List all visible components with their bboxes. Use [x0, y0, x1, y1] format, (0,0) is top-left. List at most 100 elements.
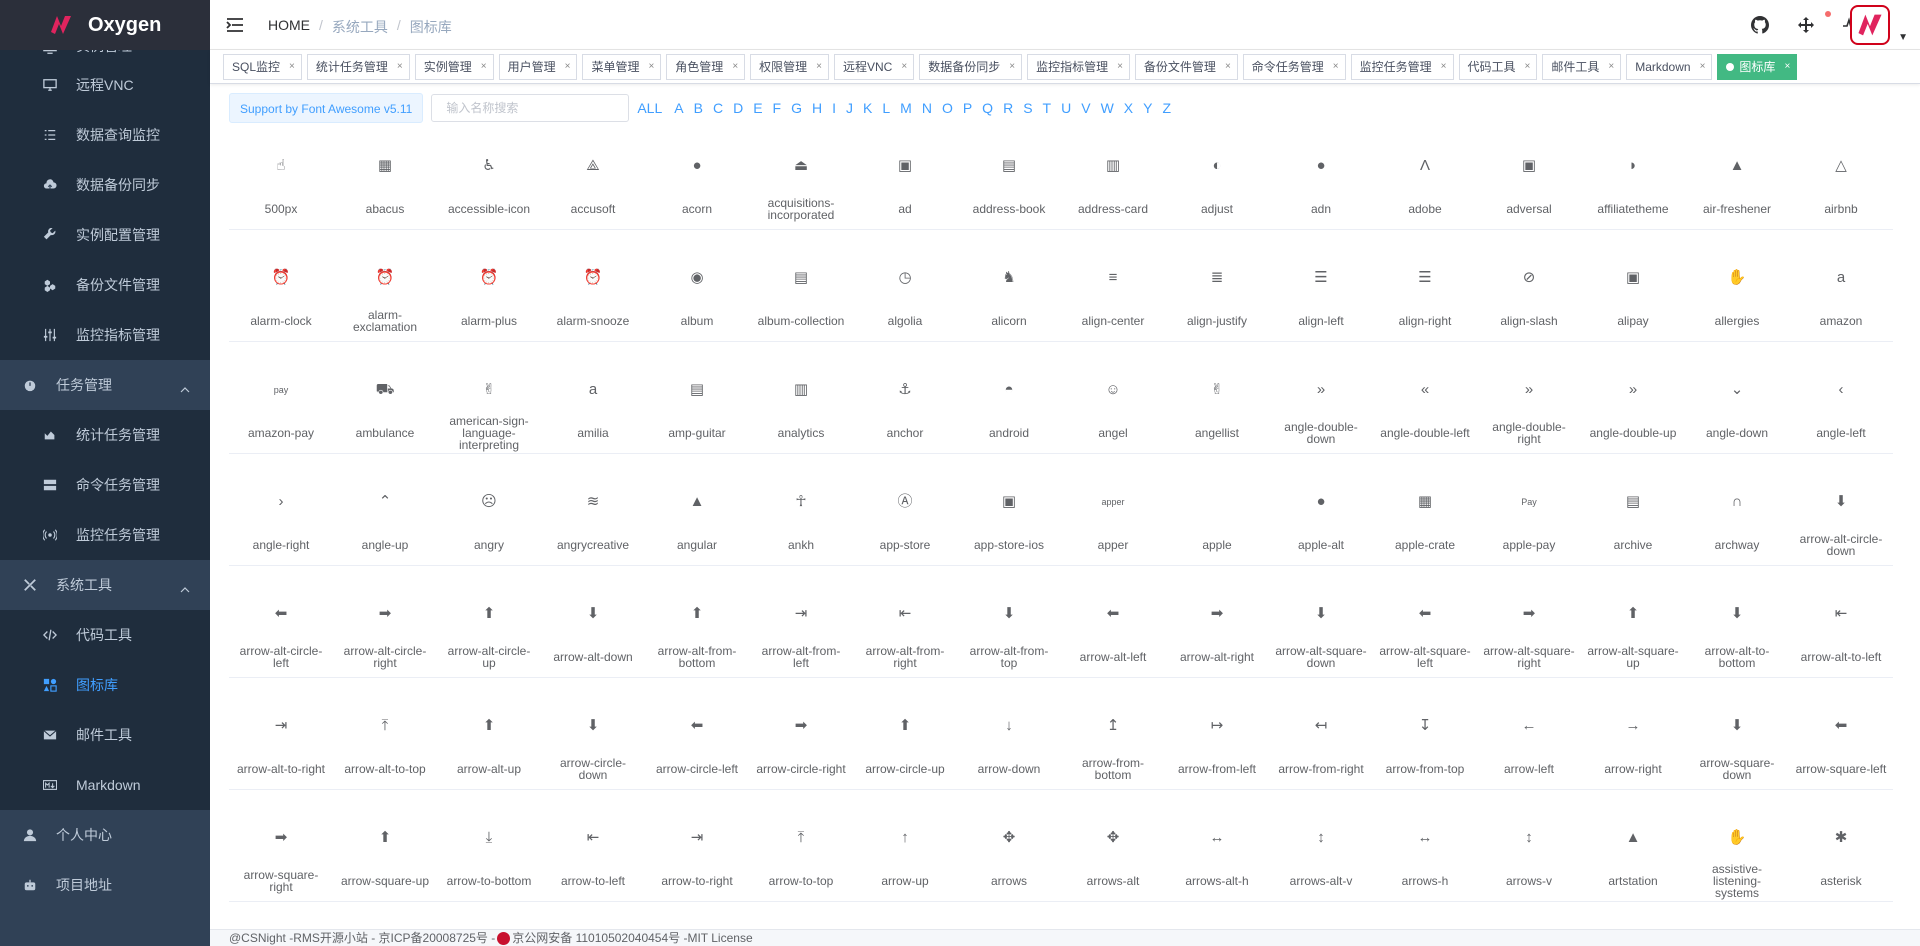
icon-cell[interactable]: ⬇ arrow-alt-circle-down: [1789, 476, 1893, 566]
sidebar-item-tools[interactable]: 系统工具: [0, 560, 210, 610]
icon-cell[interactable]: ▦ apple-crate: [1373, 476, 1477, 566]
tag-5[interactable]: 角色管理 ×: [666, 53, 746, 80]
icon-cell[interactable]: ▤ album-collection: [749, 252, 853, 342]
icon-cell[interactable]: ↓ arrow-down: [957, 700, 1061, 790]
icon-cell[interactable]: ⏰ alarm-exclamation: [333, 252, 437, 342]
icon-cell[interactable]: ➡ arrow-circle-right: [749, 700, 853, 790]
letter-filter-h[interactable]: H: [812, 100, 822, 116]
sidebar-item-chart-area[interactable]: 统计任务管理: [0, 410, 210, 460]
icon-cell[interactable]: ▥ address-card: [1061, 140, 1165, 230]
close-icon[interactable]: ×: [1608, 61, 1614, 72]
icon-cell[interactable]: ⬇ arrow-alt-square-down: [1269, 588, 1373, 678]
icon-cell[interactable]: ◗ affiliatetheme: [1581, 140, 1685, 230]
tag-13[interactable]: 代码工具 ×: [1458, 53, 1538, 80]
icon-cell[interactable]: ▤ address-book: [957, 140, 1061, 230]
icon-cell[interactable]: ▥ analytics: [749, 364, 853, 454]
icon-cell[interactable]: ⬅ arrow-alt-left: [1061, 588, 1165, 678]
sidebar-item-cloud-upload[interactable]: 数据备份同步: [0, 160, 210, 210]
icon-cell[interactable]: ⬆ arrow-alt-from-bottom: [645, 588, 749, 678]
icon-cell[interactable]: ⇥ arrow-alt-from-left: [749, 588, 853, 678]
close-icon[interactable]: ×: [289, 61, 295, 72]
icon-cell[interactable]: ☝ 500px: [229, 140, 333, 230]
letter-filter-r[interactable]: R: [1003, 100, 1013, 116]
close-icon[interactable]: ×: [481, 61, 487, 72]
icon-cell[interactable]: ⬅ arrow-square-left: [1789, 700, 1893, 790]
letter-filter-q[interactable]: Q: [982, 100, 993, 116]
sidebar-item-envelope[interactable]: 邮件工具: [0, 710, 210, 760]
icon-cell[interactable]: ⏰ alarm-clock: [229, 252, 333, 342]
icon-cell[interactable]: ≡ align-center: [1061, 252, 1165, 342]
close-icon[interactable]: ×: [397, 61, 403, 72]
sidebar-item-server[interactable]: 命令任务管理: [0, 460, 210, 510]
letter-filter-e[interactable]: E: [753, 100, 762, 116]
icon-cell[interactable]: ☺ angel: [1061, 364, 1165, 454]
tag-1[interactable]: 统计任务管理 ×: [306, 53, 410, 80]
close-icon[interactable]: ×: [1225, 61, 1231, 72]
icon-cell[interactable]: ⬅ arrow-alt-circle-left: [229, 588, 333, 678]
icon-cell[interactable]: ✋ assistive-listening-systems: [1685, 812, 1789, 902]
close-icon[interactable]: ×: [1784, 61, 1790, 72]
icon-cell[interactable]: ↤ arrow-from-right: [1269, 700, 1373, 790]
letter-filter-z[interactable]: Z: [1162, 100, 1171, 116]
tag-11[interactable]: 命令任务管理 ×: [1242, 53, 1346, 80]
close-icon[interactable]: ×: [901, 61, 907, 72]
icon-cell[interactable]: ◐ adjust: [1165, 140, 1269, 230]
icon-cell[interactable]: ♞ alicorn: [957, 252, 1061, 342]
close-icon[interactable]: ×: [1009, 61, 1015, 72]
sidebar-item-stopwatch[interactable]: 任务管理: [0, 360, 210, 410]
icon-cell[interactable]: ≋ angrycreative: [541, 476, 645, 566]
icon-cell[interactable]: ⚓ anchor: [853, 364, 957, 454]
icon-cell[interactable]: ▤ archive: [1581, 476, 1685, 566]
icon-cell[interactable]: apper apper: [1061, 476, 1165, 566]
letter-filter-b[interactable]: B: [694, 100, 703, 116]
sidebar-item-cubes[interactable]: 备份文件管理: [0, 260, 210, 310]
icon-cell[interactable]: ⇤ arrow-alt-from-right: [853, 588, 957, 678]
icon-cell[interactable]: ⬅ arrow-circle-left: [645, 700, 749, 790]
icon-cell[interactable]: ☹ angry: [437, 476, 541, 566]
icon-cell[interactable]: » angle-double-down: [1269, 364, 1373, 454]
icon-cell[interactable]: ⬇ arrow-alt-to-bottom: [1685, 588, 1789, 678]
close-icon[interactable]: ×: [1700, 61, 1706, 72]
sidebar-item-code[interactable]: 代码工具: [0, 610, 210, 660]
tag-16[interactable]: 图标库 ×: [1717, 53, 1798, 80]
icon-cell[interactable]: ▲ artstation: [1581, 812, 1685, 902]
letter-filter-i[interactable]: I: [832, 100, 836, 116]
icon-cell[interactable]: ◓ android: [957, 364, 1061, 454]
sidebar-item-desktop[interactable]: 远程VNC: [0, 60, 210, 110]
icon-cell[interactable]: ● apple-alt: [1269, 476, 1373, 566]
icon-cell[interactable]: Λadobe: [1373, 140, 1477, 230]
tag-3[interactable]: 用户管理 ×: [498, 53, 578, 80]
icon-cell[interactable]: ⬇ arrow-square-down: [1685, 700, 1789, 790]
tag-6[interactable]: 权限管理 ×: [750, 53, 830, 80]
icon-cell[interactable]: ↔ arrows-alt-h: [1165, 812, 1269, 902]
sidebar-item-robot[interactable]: 项目地址: [0, 860, 210, 910]
icon-cell[interactable]: Ⓐapp-store: [853, 476, 957, 566]
icon-cell[interactable]: ⏰ alarm-plus: [437, 252, 541, 342]
icon-cell[interactable]: ⌃ angle-up: [333, 476, 437, 566]
close-icon[interactable]: ×: [1117, 61, 1123, 72]
close-icon[interactable]: ×: [1525, 61, 1531, 72]
sidebar-item-broadcast[interactable]: 监控任务管理: [0, 510, 210, 560]
icon-cell[interactable]: ➡ arrow-alt-right: [1165, 588, 1269, 678]
icon-cell[interactable]: ⬆ arrow-alt-circle-up: [437, 588, 541, 678]
icon-cell[interactable]: ☥ ankh: [749, 476, 853, 566]
close-icon[interactable]: ×: [1441, 61, 1447, 72]
icon-cell[interactable]: ▲ air-freshener: [1685, 140, 1789, 230]
icon-cell[interactable]: a amilia: [541, 364, 645, 454]
close-icon[interactable]: ×: [732, 61, 738, 72]
icon-cell[interactable]: ∩ archway: [1685, 476, 1789, 566]
breadcrumb-home[interactable]: HOME: [268, 17, 310, 37]
icon-cell[interactable]: ✱ asterisk: [1789, 812, 1893, 902]
letter-filter-s[interactable]: S: [1023, 100, 1032, 116]
icon-cell[interactable]: ⇥ arrow-to-right: [645, 812, 749, 902]
icon-cell[interactable]: ⇥ arrow-alt-to-right: [229, 700, 333, 790]
letter-filter-a[interactable]: A: [674, 100, 683, 116]
icon-cell[interactable]: ▣ ad: [853, 140, 957, 230]
icon-cell[interactable]: Pay apple-pay: [1477, 476, 1581, 566]
icon-cell[interactable]: pay amazon-pay: [229, 364, 333, 454]
icon-cell[interactable]: ⬇ arrow-alt-from-top: [957, 588, 1061, 678]
icon-cell[interactable]: ✥ arrows: [957, 812, 1061, 902]
tag-0[interactable]: SQL监控 ×: [223, 53, 302, 80]
search-input[interactable]: [431, 94, 630, 122]
close-icon[interactable]: ×: [565, 61, 571, 72]
